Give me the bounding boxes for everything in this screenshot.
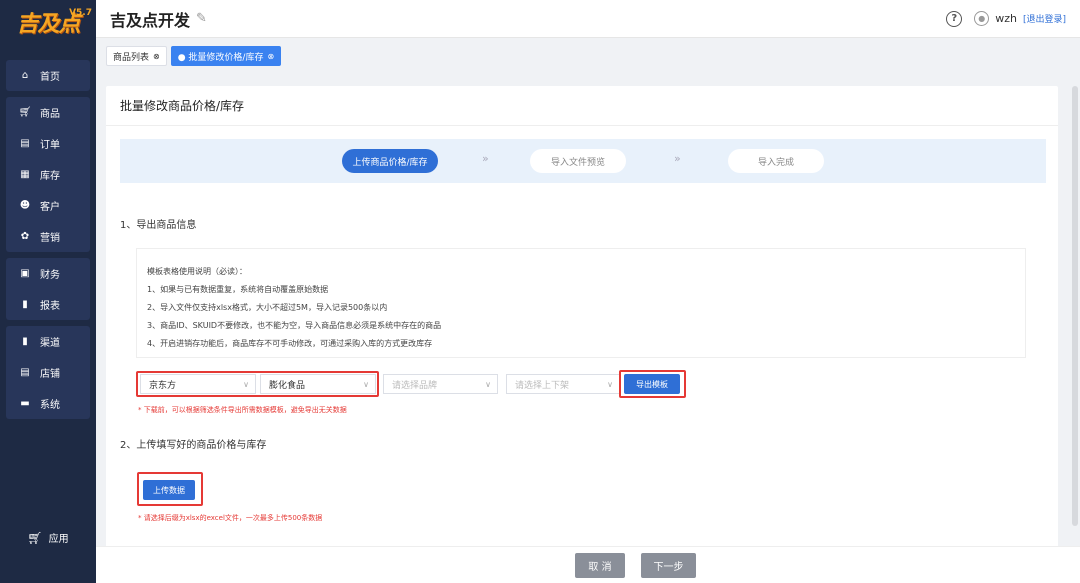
tab-bar: 商品列表 ⊗ ● 批量修改价格/库存 ⊗ (96, 38, 1080, 74)
gear-icon: ✿ (20, 231, 30, 242)
card-title: 批量修改商品价格/库存 (106, 86, 1058, 126)
nav-group-home: ⌂ 首页 (6, 60, 90, 91)
step-complete: 导入完成 (728, 149, 824, 173)
header-actions: ? ● wzh [退出登录] (946, 10, 1066, 27)
cart-icon: 🛒︎ (18, 107, 32, 118)
chevron-down-icon: ∨ (243, 379, 249, 389)
steps-bar: 上传商品价格/库存 » 导入文件预览 » 导入完成 (120, 139, 1046, 183)
chevron-down-icon: ∨ (363, 379, 369, 389)
order-icon: ▤ (20, 138, 30, 149)
chevron-right-icon: » (674, 152, 681, 165)
sidebar-item-home[interactable]: ⌂ 首页 (6, 60, 90, 91)
sidebar-item-inventory[interactable]: ▦ 库存 (6, 159, 90, 190)
brand-select[interactable]: 请选择品牌 ∨ (383, 374, 498, 394)
cancel-button[interactable]: 取 消 (575, 553, 625, 578)
export-hint: * 下载前，可以根据筛选条件导出所需数据模板，避免导出无关数据 (138, 406, 347, 414)
notice-line: 2、导入文件仅支持xlsx格式，大小不超过5M，导入记录500条以内 (147, 303, 388, 312)
section-upload-title: 2、上传填写好的商品价格与库存 (120, 440, 267, 451)
logo[interactable]: 吉及点 V5.7 (0, 0, 96, 44)
step-upload: 上传商品价格/库存 (342, 149, 438, 173)
chart-icon: ▮ (22, 299, 28, 310)
close-icon[interactable]: ⊗ (153, 52, 160, 61)
chevron-down-icon: ∨ (607, 379, 613, 389)
sidebar-item-products[interactable]: 🛒︎ 商品 (6, 97, 90, 128)
chevron-down-icon: ∨ (485, 379, 491, 389)
logout-link[interactable]: [退出登录] (1023, 12, 1066, 25)
sidebar-item-marketing[interactable]: ✿ 营销 (6, 221, 90, 252)
scrollbar[interactable] (1072, 86, 1078, 526)
chart-icon: ▮ (22, 336, 28, 347)
home-icon: ⌂ (21, 70, 29, 81)
page-title: 吉及点开发 (110, 10, 191, 30)
sidebar-item-stores[interactable]: ▤ 店铺 (6, 357, 90, 388)
upload-hint: * 请选择后缀为xlsx的excel文件，一次最多上传500条数据 (138, 514, 323, 522)
upload-data-button[interactable]: 上传数据 (143, 480, 195, 500)
sidebar-item-system[interactable]: ▬ 系统 (6, 388, 90, 419)
nav-group-system: ▮ 渠道 ▤ 店铺 ▬ 系统 (6, 326, 90, 419)
close-icon[interactable]: ⊗ (267, 52, 274, 61)
nav-group-business: 🛒︎ 商品 ▤ 订单 ▦ 库存 ☻ 客户 ✿ 营销 (6, 97, 90, 252)
notice-box: 模板表格使用说明（必读）： 1、如果与已有数据重复，系统将自动覆盖原始数据 2、… (136, 248, 1026, 358)
sidebar-item-orders[interactable]: ▤ 订单 (6, 128, 90, 159)
monitor-icon: ▬ (20, 398, 30, 409)
shelf-status-select[interactable]: 请选择上下架 ∨ (506, 374, 620, 394)
help-icon[interactable]: ? (946, 10, 963, 27)
notice-line: 4、开启进销存功能后，商品库存不可手动修改，可通过采购入库的方式更改库存 (147, 339, 433, 348)
wallet-icon: ▣ (20, 268, 30, 279)
notice-line: 模板表格使用说明（必读）： (147, 267, 247, 276)
sidebar-item-channels[interactable]: ▮ 渠道 (6, 326, 90, 357)
section-export-title: 1、导出商品信息 (120, 220, 197, 231)
tab-batch-edit[interactable]: ● 批量修改价格/库存 ⊗ (170, 46, 282, 66)
nav-group-finance: ▣ 财务 ▮ 报表 (6, 258, 90, 320)
username: wzh (995, 12, 1017, 25)
sidebar-item-apps[interactable]: 🛒︎ 应用 (0, 530, 96, 546)
tab-product-list[interactable]: 商品列表 ⊗ (106, 46, 167, 66)
version-badge: V5.7 (69, 8, 92, 18)
notice-line: 1、如果与已有数据重复，系统将自动覆盖原始数据 (147, 285, 329, 294)
edit-icon[interactable]: ✎ (196, 11, 207, 26)
grid-icon: ▦ (20, 169, 30, 180)
notice-line: 3、商品ID、SKUID不要修改，也不能为空，导入商品信息必须是系统中存在的商品 (147, 321, 442, 330)
users-icon: ☻ (19, 200, 31, 211)
store-icon: ▤ (20, 367, 30, 378)
step-preview: 导入文件预览 (530, 149, 626, 173)
sidebar-item-customers[interactable]: ☻ 客户 (6, 190, 90, 221)
main-card: 批量修改商品价格/库存 上传商品价格/库存 » 导入文件预览 » 导入完成 1、… (106, 86, 1058, 583)
header: 吉及点开发 ✎ ? ● wzh [退出登录] (96, 0, 1080, 38)
category-select[interactable]: 膨化食品 ∨ (260, 374, 376, 394)
chevron-right-icon: » (482, 152, 489, 165)
next-step-button[interactable]: 下一步 (641, 553, 696, 578)
cart-icon: 🛒︎ (27, 530, 43, 545)
platform-select[interactable]: 京东方 ∨ (140, 374, 256, 394)
sidebar-item-reports[interactable]: ▮ 报表 (6, 289, 90, 320)
avatar[interactable]: ● (974, 11, 990, 26)
export-template-button[interactable]: 导出模板 (624, 374, 680, 394)
sidebar-item-finance[interactable]: ▣ 财务 (6, 258, 90, 289)
sidebar: 吉及点 V5.7 ⌂ 首页 🛒︎ 商品 ▤ 订单 ▦ 库存 ☻ 客户 ✿ 营销 ▣ 财务 ▮ 报… (0, 0, 96, 583)
footer-bar: 取 消 下一步 (96, 546, 1080, 583)
